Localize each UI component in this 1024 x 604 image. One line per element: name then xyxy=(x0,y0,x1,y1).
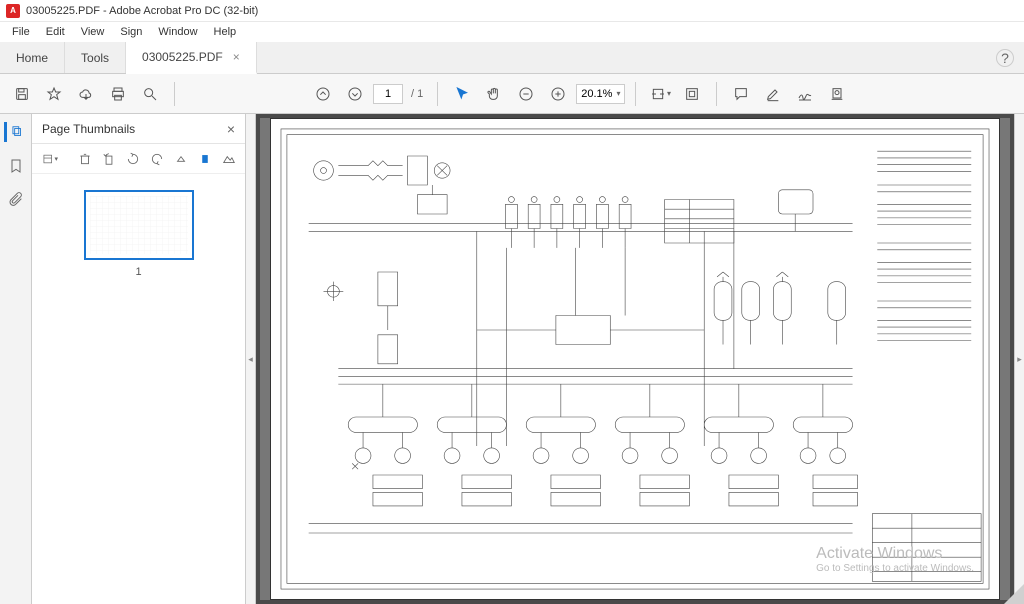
thumb-options-icon[interactable]: ▾ xyxy=(42,151,58,167)
menu-window[interactable]: Window xyxy=(150,24,205,40)
help-button[interactable]: ? xyxy=(996,49,1014,67)
expand-tools-handle[interactable]: ▸ xyxy=(1014,114,1024,604)
zoom-in-icon[interactable] xyxy=(544,80,572,108)
window-title: 03005225.PDF - Adobe Acrobat Pro DC (32-… xyxy=(26,5,258,17)
zoom-select[interactable]: 20.1% ▾ xyxy=(576,84,625,104)
rotate-icon[interactable] xyxy=(150,151,164,167)
thumbnail-list[interactable]: 1 xyxy=(32,174,245,604)
fit-width-icon[interactable]: ▾ xyxy=(646,80,674,108)
comment-icon[interactable] xyxy=(727,80,755,108)
menu-sign[interactable]: Sign xyxy=(112,24,150,40)
zoom-small-icon[interactable] xyxy=(174,151,188,167)
separator xyxy=(635,82,636,106)
title-bar: A 03005225.PDF - Adobe Acrobat Pro DC (3… xyxy=(0,0,1024,22)
thumbnail-panel-title: Page Thumbnails xyxy=(42,122,135,136)
page-up-icon[interactable] xyxy=(309,80,337,108)
left-nav-rail xyxy=(0,114,32,604)
star-icon[interactable] xyxy=(40,80,68,108)
page-number-input[interactable] xyxy=(373,84,403,104)
collapse-panel-handle[interactable]: ◂ xyxy=(246,114,256,604)
zoom-large-icon[interactable] xyxy=(222,151,236,167)
print-icon[interactable] xyxy=(104,80,132,108)
search-icon[interactable] xyxy=(136,80,164,108)
tab-document[interactable]: 03005225.PDF × xyxy=(126,42,257,74)
tab-document-label: 03005225.PDF xyxy=(142,50,223,64)
menu-edit[interactable]: Edit xyxy=(38,24,73,40)
sign-icon[interactable] xyxy=(791,80,819,108)
chevron-down-icon: ▾ xyxy=(616,89,620,98)
tab-home[interactable]: Home xyxy=(0,42,65,73)
thumbnail-panel-header: Page Thumbnails × xyxy=(32,114,245,144)
fit-page-icon[interactable] xyxy=(678,80,706,108)
menu-view[interactable]: View xyxy=(73,24,113,40)
menu-bar: File Edit View Sign Window Help xyxy=(0,22,1024,42)
thumbnail-item[interactable]: 1 xyxy=(84,190,194,278)
zoom-out-icon[interactable] xyxy=(512,80,540,108)
main-area: Page Thumbnails × ▾ 1 ◂ xyxy=(0,114,1024,604)
attachments-rail-icon[interactable] xyxy=(6,190,26,210)
page-total-label: / 1 xyxy=(411,88,423,100)
rotate-cw-icon[interactable] xyxy=(126,151,140,167)
stamp-icon[interactable] xyxy=(823,80,851,108)
zoom-value: 20.1% xyxy=(581,88,612,100)
menu-help[interactable]: Help xyxy=(206,24,245,40)
document-viewer[interactable]: Activate Windows Go to Settings to activ… xyxy=(256,114,1014,604)
tab-bar: Home Tools 03005225.PDF × ? xyxy=(0,42,1024,74)
cloud-icon[interactable] xyxy=(72,80,100,108)
tab-tools[interactable]: Tools xyxy=(65,42,126,73)
tab-tools-label: Tools xyxy=(81,51,109,65)
thumbnail-panel: Page Thumbnails × ▾ 1 xyxy=(32,114,246,604)
resize-grip[interactable] xyxy=(1004,584,1024,604)
thumbnail-toolbar: ▾ xyxy=(32,144,245,174)
schematic-drawing xyxy=(279,127,991,591)
pdf-page[interactable] xyxy=(270,118,1000,600)
tab-home-label: Home xyxy=(16,51,48,65)
delete-icon[interactable] xyxy=(78,151,92,167)
separator xyxy=(174,82,175,106)
page-down-icon[interactable] xyxy=(341,80,369,108)
thumb-view-single-icon[interactable] xyxy=(198,151,212,167)
rotate-ccw-icon[interactable] xyxy=(102,151,116,167)
thumbnail-page-number: 1 xyxy=(84,266,194,278)
thumbnail-image[interactable] xyxy=(84,190,194,260)
tab-close-icon[interactable]: × xyxy=(233,50,240,64)
hand-icon[interactable] xyxy=(480,80,508,108)
separator xyxy=(437,82,438,106)
bookmark-rail-icon[interactable] xyxy=(6,156,26,176)
toolbar: / 1 20.1% ▾ ▾ xyxy=(0,74,1024,114)
close-panel-icon[interactable]: × xyxy=(227,121,235,137)
separator xyxy=(716,82,717,106)
app-icon: A xyxy=(6,4,20,18)
highlight-icon[interactable] xyxy=(759,80,787,108)
pointer-icon[interactable] xyxy=(448,80,476,108)
thumbnails-rail-icon[interactable] xyxy=(4,122,24,142)
menu-file[interactable]: File xyxy=(4,24,38,40)
save-icon[interactable] xyxy=(8,80,36,108)
